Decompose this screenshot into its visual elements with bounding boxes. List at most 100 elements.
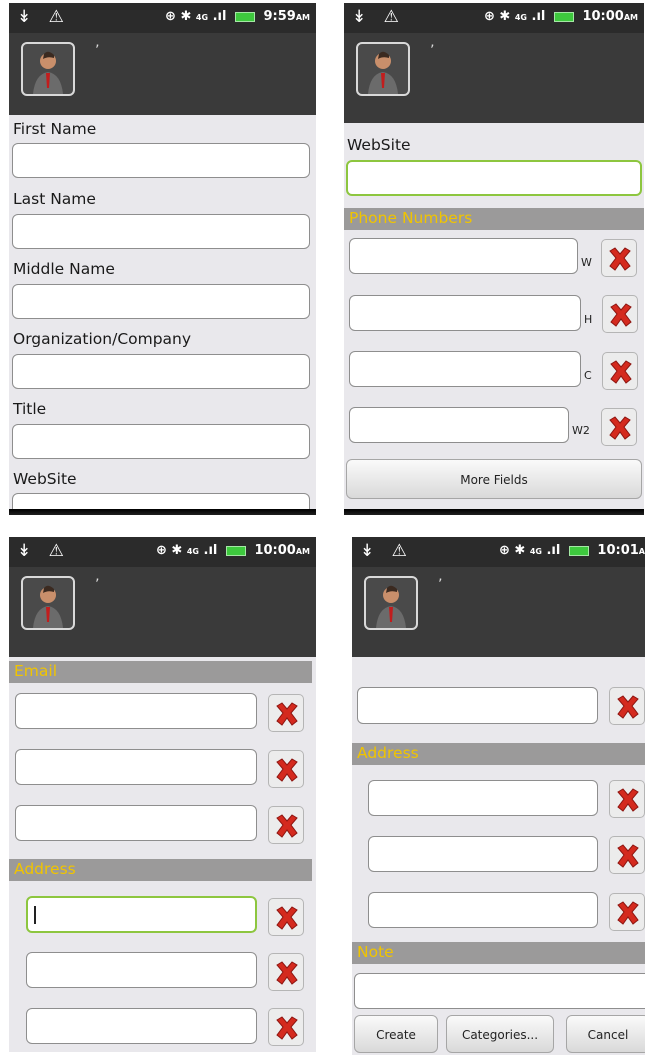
delete-x-icon	[276, 814, 298, 838]
delete-x-icon	[276, 961, 298, 985]
contact-photo[interactable]	[21, 42, 75, 96]
delete-phone-home-button[interactable]	[602, 295, 638, 333]
text-cursor	[34, 906, 36, 924]
delete-email-1-button[interactable]	[268, 694, 304, 732]
signal-icon: .ıl	[531, 9, 546, 24]
address-field-2[interactable]	[26, 952, 257, 988]
delete-x-icon	[276, 1016, 298, 1040]
person-avatar-icon	[368, 51, 398, 94]
clock-time: 10:00	[582, 9, 624, 24]
phone-field-home[interactable]	[349, 295, 581, 331]
address-field-1[interactable]	[368, 780, 598, 816]
bluetooth-icon: ✱	[514, 543, 526, 558]
middle-name-field[interactable]	[12, 284, 310, 319]
delete-x-icon	[609, 416, 631, 440]
battery-icon	[234, 11, 255, 22]
person-avatar-icon	[33, 51, 63, 94]
contact-header: ’	[352, 567, 645, 657]
delete-x-icon	[610, 360, 632, 384]
contact-photo[interactable]	[21, 576, 75, 630]
address-field-3[interactable]	[26, 1008, 257, 1044]
organization-field[interactable]	[12, 354, 310, 389]
person-avatar-icon	[376, 585, 406, 628]
title-field[interactable]	[12, 424, 310, 459]
bluetooth-icon: ✱	[171, 543, 183, 558]
phone-numbers-section: Phone Numbers	[344, 208, 644, 230]
contact-header: ’	[344, 33, 644, 123]
create-button[interactable]: Create	[354, 1015, 438, 1053]
first-name-field[interactable]	[12, 143, 310, 178]
clock-ampm: AM	[295, 13, 310, 22]
screen-contact-email: ↡ ⚠ ⊕ ✱ 4G .ıl 10:00AM ’ Email Address	[9, 537, 316, 1052]
delete-address-3-button[interactable]	[609, 893, 645, 931]
phone-type-work: W	[581, 256, 592, 269]
delete-address-1-button[interactable]	[268, 898, 304, 936]
phone-type-cell: C	[584, 369, 592, 382]
usb-warning-icons: ↡ ⚠	[352, 7, 405, 27]
email-field-1[interactable]	[15, 693, 257, 729]
scroll-edge	[344, 509, 644, 515]
network-4g-icon: 4G	[195, 13, 209, 22]
screen-contact-note: ↡ ⚠ ⊕ ✱ 4G .ıl 10:01A ’ Address Note Cre…	[352, 537, 645, 1055]
scroll-edge	[9, 509, 316, 515]
note-section: Note	[352, 942, 645, 964]
address-field-2[interactable]	[368, 836, 598, 872]
network-4g-icon: 4G	[514, 13, 527, 22]
website-field[interactable]	[346, 160, 642, 196]
website-label: WebSite	[347, 136, 411, 154]
delete-email-last-button[interactable]	[609, 687, 645, 725]
email-field-last[interactable]	[357, 687, 598, 724]
contact-name-text: ’	[430, 43, 435, 59]
email-field-2[interactable]	[15, 749, 257, 785]
delete-x-icon	[617, 901, 639, 925]
screen-contact-basic: ↡ ⚠ ⊕ ✱ 4G .ıl 9:59AM ’ First Name Last …	[9, 3, 316, 515]
signal-icon: .ıl	[203, 543, 218, 558]
phone-type-home: H	[584, 313, 593, 326]
gps-icon: ⊕	[483, 9, 495, 24]
phone-field-cell[interactable]	[349, 351, 581, 387]
organization-label: Organization/Company	[13, 330, 192, 348]
clock-ampm: AM	[623, 13, 638, 22]
contact-header: ’	[9, 567, 316, 657]
phone-field-work2[interactable]	[349, 407, 569, 443]
delete-phone-cell-button[interactable]	[602, 352, 638, 390]
signal-icon: .ıl	[212, 9, 227, 24]
delete-address-2-button[interactable]	[268, 953, 304, 991]
delete-address-3-button[interactable]	[268, 1008, 304, 1046]
delete-x-icon	[609, 247, 631, 271]
more-fields-button[interactable]: More Fields	[346, 459, 642, 499]
gps-icon: ⊕	[498, 543, 510, 558]
phone-field-work[interactable]	[349, 238, 578, 274]
email-field-3[interactable]	[15, 805, 257, 841]
delete-x-icon	[610, 303, 632, 327]
usb-warning-icons: ↡ ⚠	[360, 541, 413, 561]
delete-address-2-button[interactable]	[609, 836, 645, 874]
contact-photo[interactable]	[356, 42, 410, 96]
address-field-1[interactable]	[26, 896, 257, 933]
contact-photo[interactable]	[364, 576, 418, 630]
delete-x-icon	[617, 695, 639, 719]
delete-phone-work2-button[interactable]	[601, 408, 637, 446]
delete-x-icon	[276, 758, 298, 782]
delete-email-3-button[interactable]	[268, 806, 304, 844]
categories-button[interactable]: Categories...	[446, 1015, 554, 1053]
contact-name-text: ’	[95, 43, 100, 59]
clock-ampm: A	[638, 547, 645, 556]
delete-x-icon	[276, 906, 298, 930]
address-field-3[interactable]	[368, 892, 598, 928]
network-4g-icon: 4G	[529, 547, 542, 556]
delete-address-1-button[interactable]	[609, 780, 645, 818]
bluetooth-icon: ✱	[180, 9, 192, 24]
clock-time: 9:59	[263, 9, 296, 24]
delete-phone-work-button[interactable]	[601, 239, 637, 277]
cancel-button[interactable]: Cancel	[566, 1015, 645, 1053]
status-right: ⊕ ✱ 4G .ıl 10:00AM	[484, 9, 638, 24]
bluetooth-icon: ✱	[499, 9, 511, 24]
contact-name-text: ’	[95, 577, 100, 593]
delete-email-2-button[interactable]	[268, 750, 304, 788]
note-field[interactable]	[354, 973, 645, 1009]
status-right: ⊕ ✱ 4G .ıl 10:01A	[499, 543, 645, 558]
delete-x-icon	[617, 788, 639, 812]
last-name-field[interactable]	[12, 214, 310, 249]
status-bar: ↡ ⚠ ⊕ ✱ 4G .ıl 10:00AM	[344, 3, 644, 33]
